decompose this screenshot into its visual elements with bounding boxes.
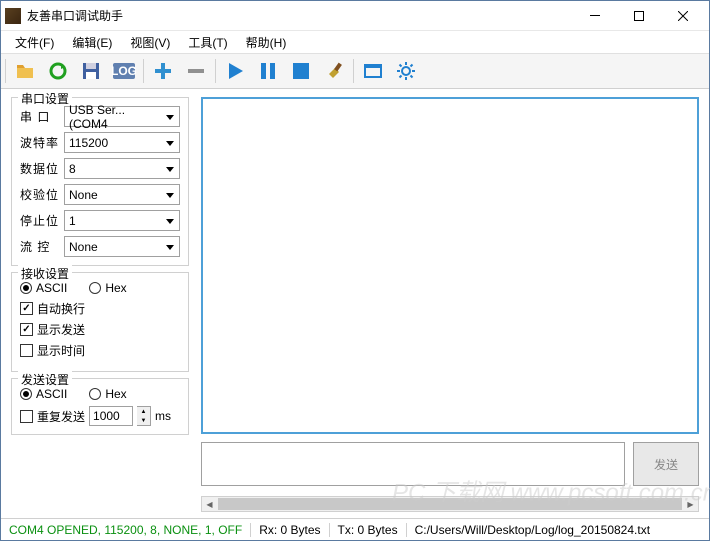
send-settings-group: 发送设置 ASCII Hex 重复发送 ▲▼ ms <box>11 378 189 435</box>
window-title: 友善串口调试助手 <box>27 7 573 24</box>
save-button[interactable] <box>75 55 107 87</box>
horizontal-scrollbar[interactable]: ◀ ▶ <box>201 496 699 512</box>
app-icon <box>5 8 21 24</box>
group-title: 串口设置 <box>18 90 72 107</box>
serial-settings-group: 串口设置 串 口USB Ser...(COM4 波特率115200 数据位8 校… <box>11 97 189 266</box>
titlebar: 友善串口调试助手 <box>1 1 709 31</box>
clear-button[interactable] <box>318 55 350 87</box>
interval-spinner[interactable]: ▲▼ <box>137 406 151 426</box>
play-button[interactable] <box>219 55 251 87</box>
stop-button[interactable] <box>285 55 317 87</box>
window-button[interactable] <box>357 55 389 87</box>
recv-ascii-radio[interactable]: ASCII <box>20 281 67 295</box>
left-pane: 串口设置 串 口USB Ser...(COM4 波特率115200 数据位8 校… <box>1 89 197 512</box>
receive-textarea[interactable] <box>201 97 699 434</box>
recv-hex-radio[interactable]: Hex <box>89 281 126 295</box>
scroll-thumb[interactable] <box>218 498 682 510</box>
send-hex-radio[interactable]: Hex <box>89 387 126 401</box>
add-button[interactable] <box>147 55 179 87</box>
statusbar: COM4 OPENED, 115200, 8, NONE, 1, OFF Rx:… <box>1 518 709 540</box>
stop-label: 停止位 <box>20 212 60 229</box>
refresh-button[interactable] <box>42 55 74 87</box>
spin-down-icon[interactable]: ▼ <box>137 416 150 425</box>
right-pane: 发送 ◀ ▶ <box>197 89 709 512</box>
baud-label: 波特率 <box>20 134 60 151</box>
radio-icon <box>20 282 32 294</box>
close-button[interactable] <box>661 2 705 30</box>
toolbar-separator <box>353 59 354 83</box>
spin-up-icon[interactable]: ▲ <box>137 407 150 416</box>
port-select[interactable]: USB Ser...(COM4 <box>64 106 180 127</box>
remove-button[interactable] <box>180 55 212 87</box>
menu-file[interactable]: 文件(F) <box>7 32 62 53</box>
parity-select[interactable]: None <box>64 184 180 205</box>
send-textarea[interactable] <box>201 442 625 486</box>
showsend-checkbox[interactable]: 显示发送 <box>20 321 180 338</box>
databits-select[interactable]: 8 <box>64 158 180 179</box>
unit-label: ms <box>155 409 171 423</box>
status-logpath: C:/Users/Will/Desktop/Log/log_20150824.t… <box>406 523 701 537</box>
checkbox-icon <box>20 344 33 357</box>
flow-label: 流 控 <box>20 238 60 255</box>
send-button[interactable]: 发送 <box>633 442 699 486</box>
group-title: 接收设置 <box>18 265 72 282</box>
checkbox-icon <box>20 323 33 336</box>
menu-help[interactable]: 帮助(H) <box>238 32 295 53</box>
maximize-button[interactable] <box>617 2 661 30</box>
group-title: 发送设置 <box>18 371 72 388</box>
open-folder-button[interactable] <box>9 55 41 87</box>
data-label: 数据位 <box>20 160 60 177</box>
radio-icon <box>89 388 101 400</box>
port-label: 串 口 <box>20 108 60 125</box>
radio-icon <box>89 282 101 294</box>
checkbox-icon <box>20 410 33 423</box>
scroll-right-icon[interactable]: ▶ <box>683 497 698 511</box>
scroll-left-icon[interactable]: ◀ <box>202 497 217 511</box>
menu-view[interactable]: 视图(V) <box>122 32 178 53</box>
menu-tools[interactable]: 工具(T) <box>180 32 235 53</box>
flow-select[interactable]: None <box>64 236 180 257</box>
wrap-checkbox[interactable]: 自动换行 <box>20 300 180 317</box>
status-rx: Rx: 0 Bytes <box>250 523 320 537</box>
status-tx: Tx: 0 Bytes <box>329 523 398 537</box>
menu-edit[interactable]: 编辑(E) <box>64 32 120 53</box>
content: 串口设置 串 口USB Ser...(COM4 波特率115200 数据位8 校… <box>1 89 709 512</box>
recv-settings-group: 接收设置 ASCII Hex 自动换行 显示发送 显示时间 <box>11 272 189 372</box>
toolbar-separator <box>215 59 216 83</box>
pause-button[interactable] <box>252 55 284 87</box>
radio-icon <box>20 388 32 400</box>
menubar: 文件(F) 编辑(E) 视图(V) 工具(T) 帮助(H) <box>1 31 709 53</box>
toolbar-separator <box>143 59 144 83</box>
status-connection: COM4 OPENED, 115200, 8, NONE, 1, OFF <box>9 523 242 537</box>
stopbits-select[interactable]: 1 <box>64 210 180 231</box>
toolbar: LOG <box>1 53 709 89</box>
toolbar-separator <box>5 59 6 83</box>
log-button[interactable]: LOG <box>108 55 140 87</box>
repeat-checkbox[interactable]: 重复发送 <box>20 408 85 425</box>
send-ascii-radio[interactable]: ASCII <box>20 387 67 401</box>
parity-label: 校验位 <box>20 186 60 203</box>
checkbox-icon <box>20 302 33 315</box>
minimize-button[interactable] <box>573 2 617 30</box>
showtime-checkbox[interactable]: 显示时间 <box>20 342 180 359</box>
settings-button[interactable] <box>390 55 422 87</box>
svg-text:LOG: LOG <box>112 64 136 78</box>
interval-input[interactable] <box>89 406 133 426</box>
baud-select[interactable]: 115200 <box>64 132 180 153</box>
